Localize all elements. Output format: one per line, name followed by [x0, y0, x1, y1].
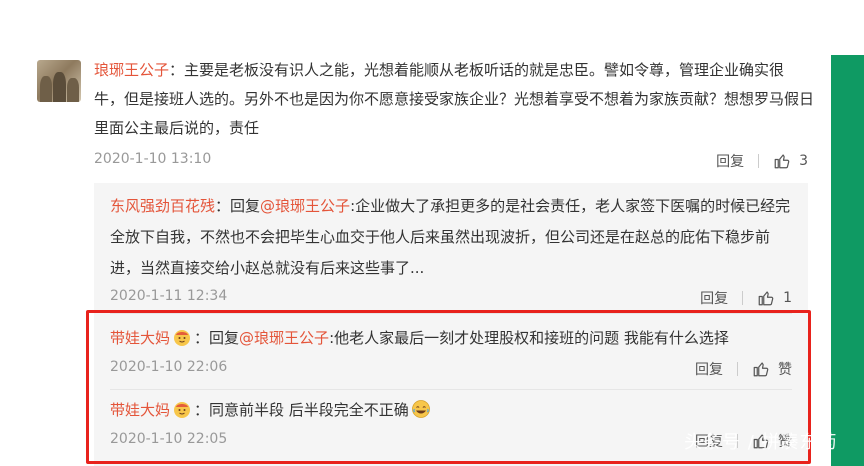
mom-badge-icon	[174, 330, 191, 346]
action-divider	[742, 291, 744, 305]
main-comment-author[interactable]: 琅琊王公子	[94, 61, 169, 79]
reply-1-separator: ：	[215, 197, 231, 215]
action-divider	[758, 154, 760, 168]
reply-1-author[interactable]: 东风强劲百花残	[110, 197, 215, 215]
avatar-figure-right	[67, 78, 79, 102]
reply-1-actions: 回复 1	[700, 288, 792, 308]
main-comment-separator: ：	[169, 61, 185, 79]
main-comment-text: 主要是老板没有识人之能，光想着能顺从老板听话的就是忠臣。譬如令尊，管理企业确实很…	[94, 61, 815, 137]
reply-3-author[interactable]: 带娃大妈	[110, 401, 170, 419]
reply-3-time: 2020-1-10 22:05	[110, 431, 228, 447]
reply-separator	[110, 389, 792, 390]
thumbs-up-icon[interactable]	[752, 360, 770, 378]
reply-1-like-count: 1	[783, 290, 792, 306]
reply-1-prefix: 回复	[230, 197, 261, 215]
main-comment-time: 2020-1-10 13:10	[94, 151, 212, 167]
reply-2-like-label: 赞	[778, 362, 792, 378]
reply-1-mention[interactable]: @琅琊王公子	[260, 197, 350, 215]
reply-2-mention[interactable]: @琅琊王公子	[239, 329, 329, 347]
reply-item-1: 东风强劲百花残：回复@琅琊王公子:企业做大了承担更多的是社会责任，老人家签下医嘱…	[110, 191, 792, 284]
thumbs-up-icon[interactable]	[757, 289, 775, 307]
reply-2-text: :他老人家最后一刻才处理股权和接班的问题 我能有什么选择	[329, 329, 729, 347]
reply-box: 东风强劲百花残：回复@琅琊王公子:企业做大了承担更多的是社会责任，老人家签下医嘱…	[94, 183, 808, 466]
reply-2-actions: 回复 赞	[695, 359, 792, 379]
reply-separator	[110, 313, 792, 314]
reply-1-reply-button[interactable]: 回复	[700, 288, 728, 308]
main-comment: 琅琊王公子：主要是老板没有识人之能，光想着能顺从老板听话的就是忠臣。譬如令尊，管…	[94, 56, 814, 143]
main-comment-meta: 2020-1-10 13:10 回复 3	[94, 151, 808, 171]
avatar[interactable]	[37, 60, 81, 102]
main-reply-button[interactable]: 回复	[716, 151, 744, 171]
reply-2-author[interactable]: 带娃大妈	[110, 329, 170, 347]
reply-3-separator: ：	[194, 401, 210, 419]
action-divider	[737, 362, 738, 376]
reply-2-meta: 2020-1-10 22:06 回复 赞	[110, 359, 792, 379]
laughing-emoji-icon	[411, 400, 430, 418]
avatar-figure-middle	[53, 72, 66, 102]
main-comment-actions: 回复 3	[716, 151, 808, 171]
reply-2-time: 2020-1-10 22:06	[110, 359, 228, 375]
watermark: 头条号 / 拼凑东药	[684, 432, 838, 453]
reply-2-reply-button[interactable]: 回复	[695, 359, 723, 379]
thumbs-up-icon[interactable]	[773, 152, 791, 170]
reply-1-meta: 2020-1-11 12:34 回复 1	[110, 288, 792, 308]
reply-1-time: 2020-1-11 12:34	[110, 288, 228, 304]
reply-item-2: 带娃大妈 ：回复@琅琊王公子:他老人家最后一刻才处理股权和接班的问题 我能有什么…	[110, 323, 792, 354]
reply-2-prefix: 回复	[209, 329, 240, 347]
reply-3-text: 同意前半段 后半段完全不正确	[209, 401, 409, 419]
main-like-count: 3	[799, 153, 808, 169]
right-side-stripe	[831, 55, 864, 466]
reply-item-3: 带娃大妈 ：同意前半段 后半段完全不正确	[110, 395, 792, 426]
mom-badge-icon	[174, 402, 191, 418]
comment-thread: 琅琊王公子：主要是老板没有识人之能，光想着能顺从老板听话的就是忠臣。譬如令尊，管…	[0, 0, 864, 466]
avatar-figure-left	[40, 76, 52, 102]
reply-2-separator: ：	[194, 329, 210, 347]
